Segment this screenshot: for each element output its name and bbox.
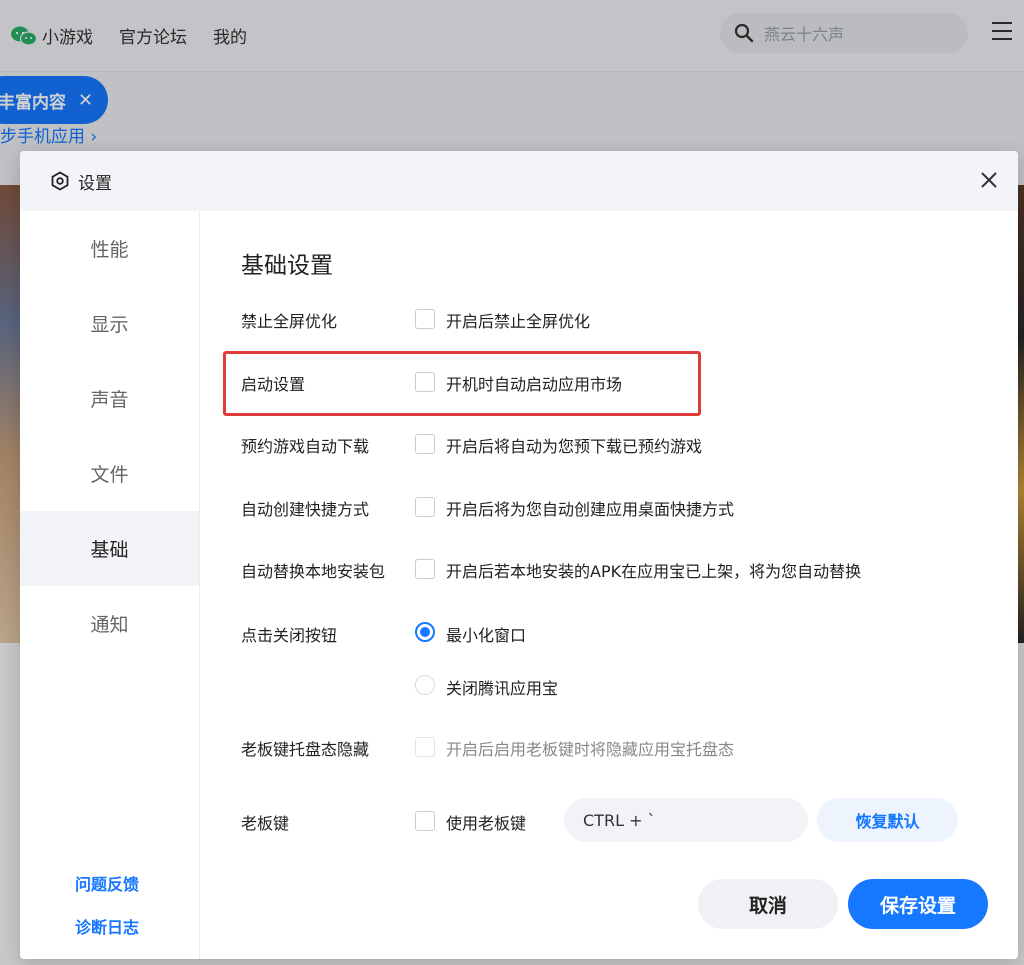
row-label-fullscreen: 禁止全屏优化 — [241, 312, 338, 331]
option-shortcut[interactable]: 开启后将为您自动创建应用桌面快捷方式 — [446, 496, 734, 520]
checkbox-startup[interactable] — [415, 372, 435, 392]
dialog-title: 设置 — [78, 173, 112, 194]
sidebar-item-performance[interactable]: 性能 — [20, 211, 199, 286]
option-reserve-download[interactable]: 开启后将自动为您预下载已预约游戏 — [446, 433, 702, 457]
row-label-replace-package: 自动替换本地安装包 — [241, 562, 386, 581]
checkbox-boss-key[interactable] — [415, 811, 435, 831]
radio-quit[interactable] — [415, 675, 435, 695]
sidebar-item-notifications[interactable]: 通知 — [20, 586, 199, 661]
feedback-link[interactable]: 问题反馈 — [75, 871, 139, 895]
settings-dialog: 设置 性能 显示 声音 文件 基础 通知 问题反馈 诊断日志 基础设置 禁止全屏… — [20, 151, 1018, 959]
option-quit[interactable]: 关闭腾讯应用宝 — [446, 675, 558, 699]
sidebar-item-sound[interactable]: 声音 — [20, 361, 199, 436]
row-label-boss-hide: 老板键托盘态隐藏 — [241, 740, 370, 759]
checkbox-replace-package[interactable] — [415, 559, 435, 579]
row-label-shortcut: 自动创建快捷方式 — [241, 500, 370, 519]
cancel-button[interactable]: 取消 — [698, 879, 838, 929]
settings-hexagon-icon — [51, 171, 69, 191]
row-label-reserve-download: 预约游戏自动下载 — [241, 437, 370, 456]
option-minimize[interactable]: 最小化窗口 — [446, 622, 526, 646]
settings-sidebar: 性能 显示 声音 文件 基础 通知 问题反馈 诊断日志 — [20, 211, 200, 959]
checkbox-fullscreen[interactable] — [415, 309, 435, 329]
checkbox-reserve-download[interactable] — [415, 434, 435, 454]
option-boss-key[interactable]: 使用老板键 — [446, 810, 526, 834]
restore-default-button[interactable]: 恢复默认 — [817, 798, 958, 842]
section-title: 基础设置 — [241, 253, 333, 279]
sidebar-item-basic[interactable]: 基础 — [20, 511, 199, 586]
hotkey-input[interactable] — [564, 798, 808, 842]
option-startup[interactable]: 开机时自动启动应用市场 — [446, 371, 622, 395]
settings-content: 基础设置 禁止全屏优化 开启后禁止全屏优化 启动设置 开机时自动启动应用市场 预… — [200, 211, 1018, 959]
checkbox-boss-hide[interactable] — [415, 737, 435, 757]
diagnostic-log-link[interactable]: 诊断日志 — [75, 914, 139, 938]
save-settings-button[interactable]: 保存设置 — [848, 879, 988, 929]
row-label-boss-key: 老板键 — [241, 814, 290, 833]
close-icon[interactable] — [980, 171, 998, 189]
dialog-header: 设置 — [20, 151, 1018, 211]
radio-minimize[interactable] — [415, 622, 435, 642]
option-replace-package[interactable]: 开启后若本地安装的APK在应用宝已上架，将为您自动替换 — [446, 558, 861, 582]
option-fullscreen[interactable]: 开启后禁止全屏优化 — [446, 308, 590, 332]
sidebar-item-files[interactable]: 文件 — [20, 436, 199, 511]
option-boss-hide[interactable]: 开启后启用老板键时将隐藏应用宝托盘态 — [446, 736, 734, 760]
row-label-startup: 启动设置 — [241, 375, 306, 394]
sidebar-item-display[interactable]: 显示 — [20, 286, 199, 361]
checkbox-shortcut[interactable] — [415, 497, 435, 517]
row-label-close-button: 点击关闭按钮 — [241, 626, 338, 645]
